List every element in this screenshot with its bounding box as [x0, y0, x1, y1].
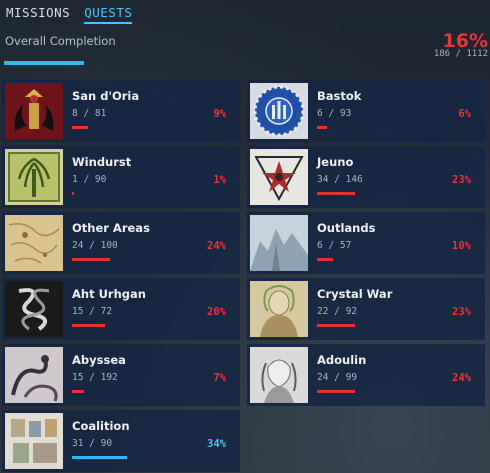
area-percent: 10% — [452, 240, 471, 252]
area-progress-bar — [317, 192, 355, 195]
area-count: 24 / 99 — [317, 372, 358, 383]
area-progress-bar — [72, 192, 74, 195]
windurst-crest-icon — [5, 149, 63, 205]
area-name: Aht Urhgan — [72, 287, 146, 301]
area-progress-bar — [72, 324, 105, 327]
area-name: Bastok — [317, 89, 362, 103]
area-card-coalition[interactable]: Coalition 31 / 90 34% — [2, 410, 240, 472]
area-count: 8 / 81 — [72, 108, 107, 119]
area-count: 6 / 93 — [317, 108, 352, 119]
area-percent: 24% — [452, 372, 471, 384]
bastok-crest-icon — [250, 83, 308, 139]
area-name: Other Areas — [72, 221, 150, 235]
area-percent: 23% — [452, 306, 471, 318]
area-percent: 1% — [213, 174, 226, 186]
coalition-art-icon — [5, 413, 63, 469]
area-count: 31 / 90 — [72, 438, 113, 449]
area-progress-bar — [72, 258, 110, 261]
area-name: Jeuno — [317, 155, 354, 169]
area-count: 15 / 72 — [72, 306, 113, 317]
area-card-jeuno[interactable]: Jeuno 34 / 146 23% — [247, 146, 485, 208]
area-card-crystal-war[interactable]: Crystal War 22 / 92 23% — [247, 278, 485, 340]
adoulin-art-icon — [250, 347, 308, 403]
area-name: Abyssea — [72, 353, 126, 367]
area-name: Outlands — [317, 221, 376, 235]
area-card-outlands[interactable]: Outlands 6 / 57 10% — [247, 212, 485, 274]
area-name: Coalition — [72, 419, 130, 433]
area-percent: 9% — [213, 108, 226, 120]
area-progress-bar — [72, 456, 127, 459]
area-name: San d'Oria — [72, 89, 140, 103]
area-progress-bar — [317, 324, 355, 327]
area-count: 34 / 146 — [317, 174, 363, 185]
area-name: Adoulin — [317, 353, 367, 367]
area-percent: 24% — [207, 240, 226, 252]
area-progress-bar — [317, 126, 327, 129]
area-percent: 20% — [207, 306, 226, 318]
area-count: 1 / 90 — [72, 174, 107, 185]
area-percent: 7% — [213, 372, 226, 384]
area-name: Windurst — [72, 155, 132, 169]
area-percent: 6% — [458, 108, 471, 120]
overall-progress-bar — [4, 61, 84, 65]
area-name: Crystal War — [317, 287, 393, 301]
overall-completion-label: Overall Completion — [5, 34, 116, 48]
area-progress-bar — [317, 390, 355, 393]
area-card-adoulin[interactable]: Adoulin 24 / 99 24% — [247, 344, 485, 406]
area-progress-bar — [72, 390, 84, 393]
tab-bar: MISSIONS QUESTS — [6, 5, 133, 24]
area-count: 22 / 92 — [317, 306, 358, 317]
area-count: 6 / 57 — [317, 240, 352, 251]
tab-missions[interactable]: MISSIONS — [6, 5, 70, 24]
area-card-san-doria[interactable]: San d'Oria 8 / 81 9% — [2, 80, 240, 142]
area-card-abyssea[interactable]: Abyssea 15 / 192 7% — [2, 344, 240, 406]
aht-urhgan-crest-icon — [5, 281, 63, 337]
jeuno-crest-icon — [250, 149, 308, 205]
map-image-icon — [5, 215, 63, 271]
tab-quests[interactable]: QUESTS — [84, 5, 133, 24]
area-card-other-areas[interactable]: Other Areas 24 / 100 24% — [2, 212, 240, 274]
area-card-bastok[interactable]: Bastok 6 / 93 6% — [247, 80, 485, 142]
overall-completion-count: 186 / 1112 — [433, 49, 488, 59]
area-count: 24 / 100 — [72, 240, 118, 251]
abyssea-art-icon — [5, 347, 63, 403]
sandoria-crest-icon — [5, 83, 63, 139]
area-count: 15 / 192 — [72, 372, 118, 383]
crystal-war-art-icon — [250, 281, 308, 337]
area-card-windurst[interactable]: Windurst 1 / 90 1% — [2, 146, 240, 208]
outlands-art-icon — [250, 215, 308, 271]
area-progress-bar — [72, 126, 88, 129]
area-progress-bar — [317, 258, 333, 261]
area-card-aht-urhgan[interactable]: Aht Urhgan 15 / 72 20% — [2, 278, 240, 340]
area-percent: 23% — [452, 174, 471, 186]
area-percent: 34% — [207, 438, 226, 450]
